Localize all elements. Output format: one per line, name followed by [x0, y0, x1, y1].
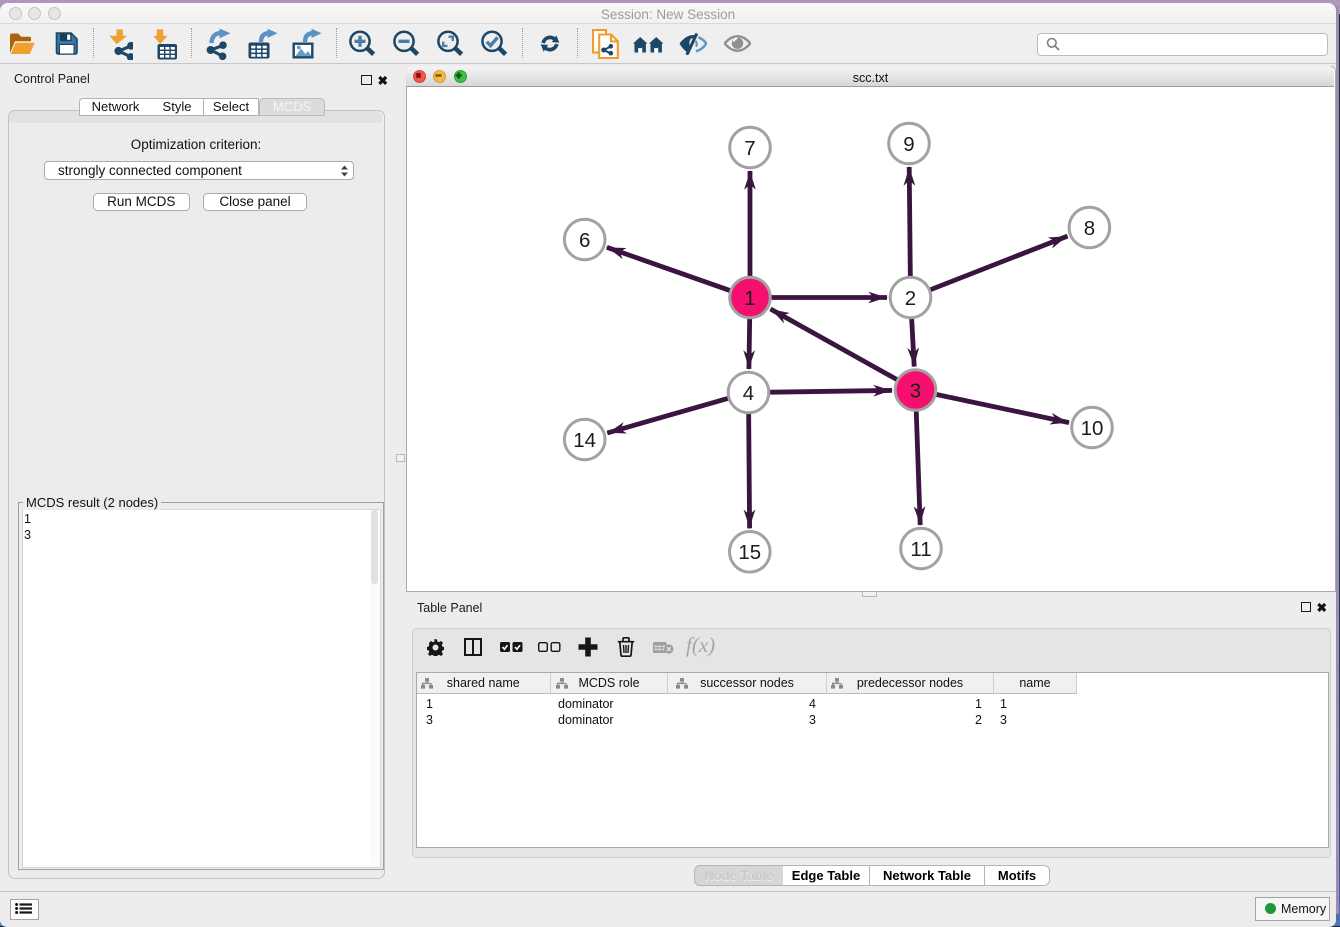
svg-text:3: 3 [910, 379, 921, 402]
svg-text:10: 10 [1081, 417, 1104, 440]
svg-text:15: 15 [738, 541, 761, 564]
svg-text:6: 6 [579, 229, 590, 252]
svg-text:4: 4 [743, 382, 754, 405]
svg-text:9: 9 [903, 133, 914, 156]
svg-text:14: 14 [573, 429, 596, 452]
svg-text:7: 7 [744, 137, 755, 160]
svg-text:2: 2 [905, 287, 916, 310]
svg-text:1: 1 [744, 287, 755, 310]
svg-text:8: 8 [1084, 217, 1095, 240]
svg-text:11: 11 [910, 538, 931, 561]
